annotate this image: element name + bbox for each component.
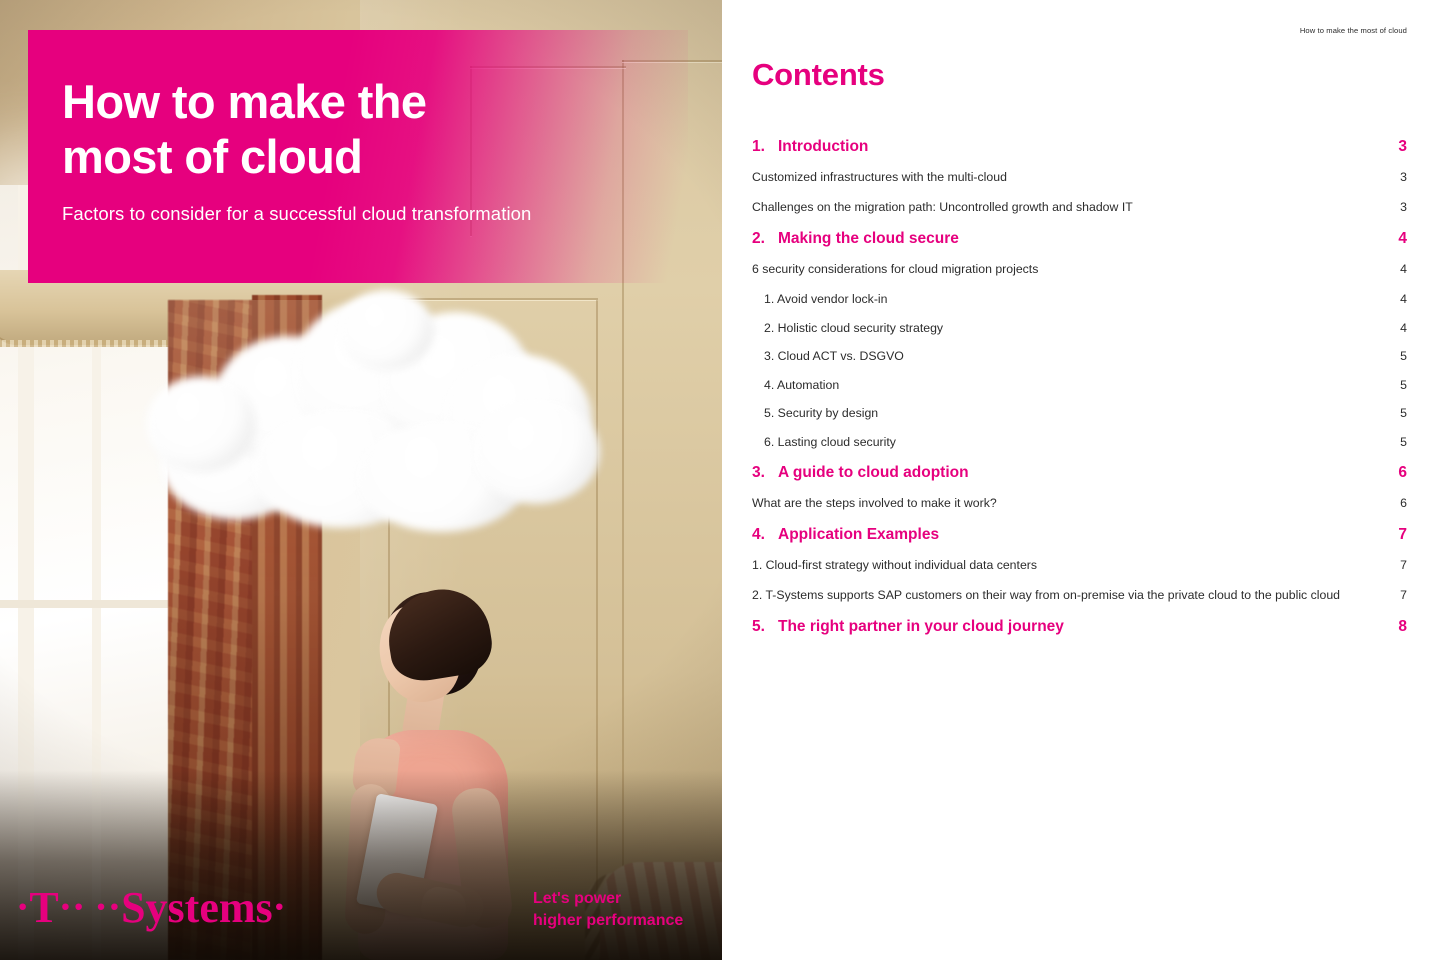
toc-entry[interactable]: 1. Avoid vendor lock-in 4: [752, 292, 1407, 321]
toc-entry-label: 2. Holistic cloud security strategy: [764, 321, 943, 335]
toc-entry-label: 1. Introduction: [752, 138, 868, 156]
toc-entry[interactable]: 4. Application Examples 7: [752, 526, 1407, 558]
toc-entry-text: 2. T-Systems supports SAP customers on t…: [752, 587, 1341, 602]
toc-entry[interactable]: 5. The right partner in your cloud journe…: [752, 618, 1407, 650]
cover-page: How to make the most of cloud Factors to…: [0, 0, 722, 960]
toc-entry-text: What are the steps involved to make it w…: [752, 495, 997, 510]
toc-entry-number: 3.: [752, 463, 765, 481]
toc-entry-text: 6 security considerations for cloud migr…: [752, 262, 1039, 276]
toc-entry[interactable]: 2. Holistic cloud security strategy 4: [752, 321, 1407, 350]
toc-entry-text: 3. Cloud ACT vs. DSGVO: [764, 349, 904, 364]
toc-entry-text: 1. Cloud-first strategy without individu…: [752, 557, 1038, 572]
toc-entry-label: 5. The right partner in your cloud journe…: [752, 618, 1064, 636]
toc-entry-text: 4. Automation: [764, 377, 840, 392]
toc-entry-number: 2.: [752, 230, 765, 247]
toc-entry-page: 8: [1398, 617, 1407, 635]
toc-entry-number: 5.: [752, 617, 765, 635]
toc-entry-page: 7: [1400, 557, 1407, 572]
toc-entry-text: Introduction: [778, 138, 869, 155]
toc-entry-label: 2. Making the cloud secure: [752, 230, 959, 248]
toc-entry-page: 7: [1398, 525, 1407, 543]
toc-entry[interactable]: Customized infrastructures with the mult…: [752, 170, 1407, 200]
toc-entry-label: 5. Security by design: [764, 406, 878, 420]
toc-entry-label: 6. Lasting cloud security: [764, 435, 896, 449]
toc-entry[interactable]: 6 security considerations for cloud migr…: [752, 262, 1407, 292]
toc-entry[interactable]: 3. Cloud ACT vs. DSGVO 5: [752, 349, 1407, 378]
toc-entry[interactable]: 3. A guide to cloud adoption 6: [752, 464, 1407, 496]
toc-entry-label: 4. Application Examples: [752, 526, 939, 544]
toc-entry-text: Application Examples: [778, 525, 940, 543]
toc-entry-number: 4.: [752, 525, 765, 543]
toc-entry-page: 3: [1400, 170, 1407, 184]
toc-entry-text: 1. Avoid vendor lock-in: [764, 292, 888, 306]
toc-entry-text: Challenges on the migration path: Uncont…: [752, 200, 1133, 214]
toc-entry[interactable]: 1. Cloud-first strategy without individu…: [752, 558, 1407, 588]
toc-entry-text: 5. Security by design: [764, 406, 879, 421]
toc-entry-text: Customized infrastructures with the mult…: [752, 170, 1007, 184]
toc-entry-label: Challenges on the migration path: Uncont…: [752, 200, 1133, 214]
toc-entry-label: 3. A guide to cloud adoption: [752, 464, 969, 482]
logo-dot: ··: [94, 884, 122, 929]
toc-entry[interactable]: 2. Making the cloud secure 4: [752, 230, 1407, 262]
toc-entry-page: 4: [1400, 292, 1407, 306]
toc-entry-page: 7: [1400, 587, 1407, 602]
logo-dot: ·: [16, 884, 30, 929]
logo-dot: ·: [272, 884, 286, 929]
toc-entry[interactable]: 6. Lasting cloud security 5: [752, 435, 1407, 464]
toc-entry-label: Customized infrastructures with the mult…: [752, 170, 1007, 184]
toc-entry[interactable]: 5. Security by design 5: [752, 406, 1407, 435]
toc-entry-page: 4: [1400, 262, 1407, 276]
toc-entry-page: 5: [1400, 406, 1407, 421]
toc-entry-text: 2. Holistic cloud security strategy: [764, 320, 944, 335]
toc-entry-text: Making the cloud secure: [778, 230, 959, 247]
t-systems-logo: ·T·· ··Systems·: [16, 883, 286, 932]
table-of-contents: 1. Introduction 3 Customized infrastructure…: [752, 138, 1407, 650]
toc-entry[interactable]: 1. Introduction 3: [752, 138, 1407, 170]
page-title: Contents: [752, 57, 885, 92]
toc-entry-number: 1.: [752, 138, 765, 155]
toc-entry[interactable]: Challenges on the migration path: Uncont…: [752, 200, 1407, 230]
contents-page: How to make the most of cloud Contents 1…: [722, 0, 1440, 960]
toc-entry-label: 4. Automation: [764, 378, 839, 392]
toc-entry-page: 5: [1400, 377, 1407, 392]
toc-entry-label: 6 security considerations for cloud migr…: [752, 262, 1038, 276]
toc-entry-label: 1. Avoid vendor lock-in: [764, 292, 888, 306]
toc-entry-page: 4: [1400, 320, 1407, 335]
document-spread: How to make the most of cloud Factors to…: [0, 0, 1440, 960]
brand-claim: Let's power higher performance: [533, 890, 684, 929]
toc-entry-text: A guide to cloud adoption: [778, 463, 969, 481]
cover-title: How to make the most of cloud: [62, 75, 427, 184]
toc-entry-page: 6: [1398, 463, 1407, 481]
toc-entry-page: 3: [1400, 200, 1407, 214]
running-header: How to make the most of cloud: [1299, 26, 1407, 35]
logo-dot: ··: [58, 884, 86, 929]
cover-subtitle: Factors to consider for a successful clo…: [62, 202, 532, 224]
toc-entry-label: 3. Cloud ACT vs. DSGVO: [764, 349, 904, 363]
toc-entry-label: 2. T-Systems supports SAP customers on t…: [752, 588, 1340, 602]
toc-entry-page: 5: [1400, 434, 1407, 449]
toc-entry-page: 6: [1400, 495, 1407, 510]
toc-entry[interactable]: 2. T-Systems supports SAP customers on t…: [752, 588, 1407, 618]
toc-entry[interactable]: What are the steps involved to make it w…: [752, 496, 1407, 526]
toc-entry-label: 1. Cloud-first strategy without individu…: [752, 558, 1037, 572]
toc-entry-text: The right partner in your cloud journey: [778, 617, 1064, 635]
toc-entry-text: 6. Lasting cloud security: [764, 434, 896, 449]
bottom-shadow: [0, 770, 722, 960]
cover-title-banner: How to make the most of cloud Factors to…: [28, 30, 688, 283]
toc-entry-page: 3: [1398, 138, 1407, 155]
toc-entry[interactable]: 4. Automation 5: [752, 378, 1407, 407]
toc-entry-page: 4: [1398, 230, 1407, 247]
toc-entry-label: What are the steps involved to make it w…: [752, 496, 997, 510]
toc-entry-page: 5: [1400, 349, 1407, 364]
